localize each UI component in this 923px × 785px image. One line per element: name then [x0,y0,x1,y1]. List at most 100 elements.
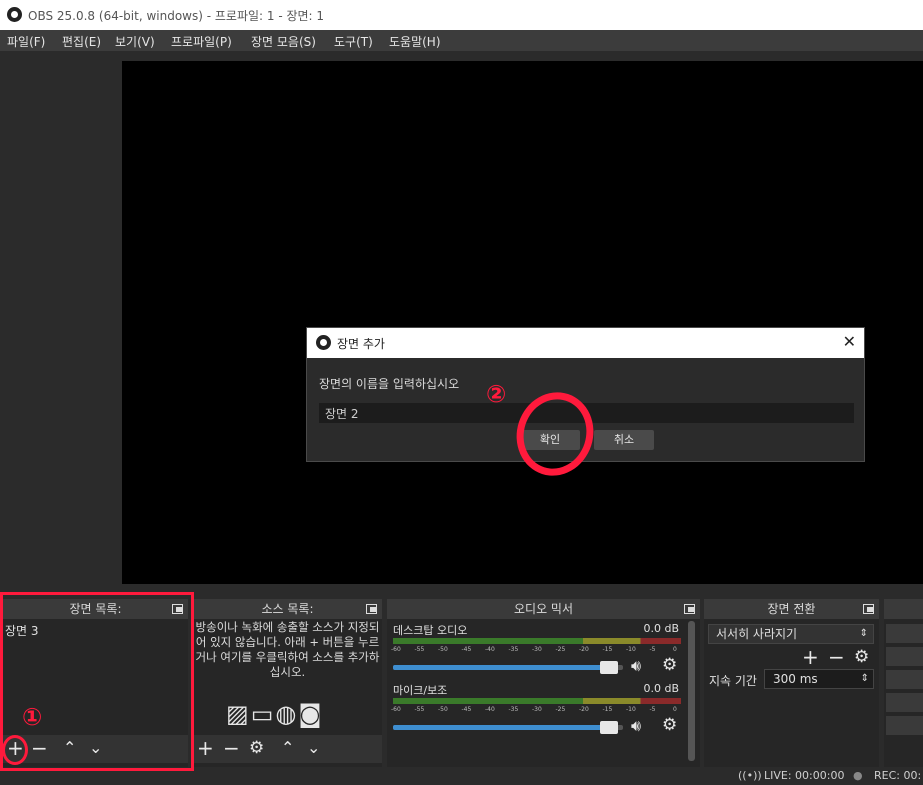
volume-slider-handle[interactable] [600,721,619,734]
volume-slider[interactable] [393,661,623,674]
image-icon: ▨ [226,700,251,728]
controls-dock [884,599,923,767]
volume-slider-handle[interactable] [600,661,619,674]
cancel-button[interactable]: 취소 [594,430,654,450]
menu-scene-collection[interactable]: 장면 모음(S) [251,33,316,50]
menu-file[interactable]: 파일(F) [7,33,45,50]
mixer-channel: 마이크/보조 0.0 dB -60 -55 -50 -45 -40 -35 -30 -25 -20-… [391,682,683,740]
meter-tick-label: -30 [532,646,542,653]
dialog-title: 장면 추가 [337,337,385,351]
control-button[interactable] [886,693,923,712]
meter-tick-label: -15 [602,646,613,653]
audio-mixer-dock: 오디오 믹서 데스크탑 오디오 0.0 dB -60 -55 -50 -45 -40 -35-… [387,599,700,767]
spinner-icon: ⇕ [860,673,869,684]
transitions-dock: 장면 전환 서서히 사라지기 ⇕ + − ⚙ 지속 기간 300 ms ⇕ [704,599,879,767]
meter-tick-label: -25 [555,646,566,653]
control-button[interactable] [886,624,923,643]
gear-icon[interactable]: ⚙ [854,646,869,668]
meter-tick-label: -25 [555,706,566,713]
remove-transition-icon[interactable]: − [828,646,845,668]
transitions-header: 장면 전환 [704,599,879,619]
volume-meter [393,698,681,704]
obs-logo-icon [316,335,331,350]
remove-source-icon[interactable]: − [223,737,240,759]
float-dock-icon[interactable] [684,604,695,614]
meter-tick-label: -15 [602,706,613,713]
window-title: OBS 25.0.8 (64-bit, windows) - 프로파일: 1 -… [28,9,325,23]
meter-tick-label: -35 [508,646,519,653]
meter-tick-label: -30 [532,706,542,713]
sources-dock: 소스 목록: 방송이나 녹화에 송출할 소스가 지정되어 있지 않습니다. 아래… [193,599,382,767]
meter-tick-label: -60 [391,706,401,713]
meter-tick-label: 0 [673,646,677,653]
channel-name: 데스크탑 오디오 [393,624,468,637]
gear-icon[interactable]: ⚙ [249,737,264,759]
control-button[interactable] [886,647,923,666]
controls-header [884,599,923,619]
live-status: LIVE: 00:00:00 [764,769,845,782]
dialog-prompt: 장면의 이름을 입력하십시오 [319,377,460,391]
annotation-circle-add [2,735,28,765]
close-icon[interactable]: ✕ [843,332,856,351]
duration-spinbox[interactable]: 300 ms ⇕ [764,669,874,689]
move-down-icon[interactable]: ⌄ [307,737,320,759]
duration-label: 지속 기간 [709,674,757,688]
menu-edit[interactable]: 편집(E) [62,33,101,50]
meter-tick-label: -20 [579,706,589,713]
meter-tick-label: -55 [414,646,425,653]
meter-tick-label: -35 [508,706,519,713]
duration-value: 300 ms [773,672,818,686]
float-dock-icon[interactable] [863,604,874,614]
channel-level: 0.0 dB [643,682,679,695]
camera-icon: ◙ [298,700,324,728]
move-up-icon[interactable]: ⌃ [281,737,294,759]
annotation-step-1: ① [22,703,43,731]
transition-selected: 서서히 사라지기 [716,627,798,641]
meter-tick-label: -50 [438,706,448,713]
transition-select[interactable]: 서서히 사라지기 ⇕ [708,624,874,644]
gear-icon[interactable]: ⚙ [662,655,677,675]
menu-bar: 파일(F) 편집(E) 보기(V) 프로파일(P) 장면 모음(S) 도구(T)… [0,30,923,51]
meter-ticks: -60 -55 -50 -45 -40 -35 -30 -25 -20 -15 -10 -5 0 [391,706,683,716]
preview-canvas[interactable] [122,61,923,584]
meter-tick-label: 0 [673,706,677,713]
dialog-title-bar: 장면 추가 ✕ [307,328,864,358]
meter-tick-label: -10 [626,646,636,653]
annotation-step-2: ② [486,380,507,408]
control-button[interactable] [886,716,923,735]
add-transition-icon[interactable]: + [802,646,819,668]
volume-slider-fill [393,665,619,670]
volume-slider-fill [393,725,619,730]
meter-tick-label: -55 [414,706,425,713]
meter-tick-label: -40 [485,646,495,653]
scrollbar[interactable] [688,621,695,761]
speaker-icon[interactable]: 🔊︎ [631,716,641,736]
channel-level: 0.0 dB [643,622,679,635]
volume-meter [393,638,681,644]
menu-view[interactable]: 보기(V) [115,33,155,50]
meter-tick-label: -50 [438,646,448,653]
control-button[interactable] [886,670,923,689]
meter-tick-label: -60 [391,646,401,653]
rec-dot-icon: ● [853,769,863,782]
spinner-icon: ⇕ [859,628,868,639]
sources-toolbar: + − ⚙ ⌃ ⌄ [193,735,382,763]
add-source-icon[interactable]: + [197,737,214,759]
meter-ticks: -60 -55 -50 -45 -40 -35 -30 -25 -20 -15 -10 -5 0 [391,646,683,656]
sources-header: 소스 목록: [193,599,382,619]
volume-slider[interactable] [393,721,623,734]
menu-help[interactable]: 도움말(H) [389,33,441,50]
annotation-box-scenes [0,592,194,771]
gear-icon[interactable]: ⚙ [662,715,677,735]
speaker-icon[interactable]: 🔊︎ [631,656,641,676]
meter-tick-label: -45 [461,706,472,713]
mixer-channel: 데스크탑 오디오 0.0 dB -60 -55 -50 -45 -40 -35 -30 -25 -2… [391,622,683,680]
globe-icon: ◍ [275,700,299,728]
menu-profile[interactable]: 프로파일(P) [171,33,232,50]
meter-tick-label: -10 [626,706,636,713]
menu-tools[interactable]: 도구(T) [334,33,373,50]
title-bar: OBS 25.0.8 (64-bit, windows) - 프로파일: 1 -… [0,0,923,30]
float-dock-icon[interactable] [366,604,377,614]
meter-tick-label: -5 [649,706,656,713]
mixer-header: 오디오 믹서 [387,599,700,619]
